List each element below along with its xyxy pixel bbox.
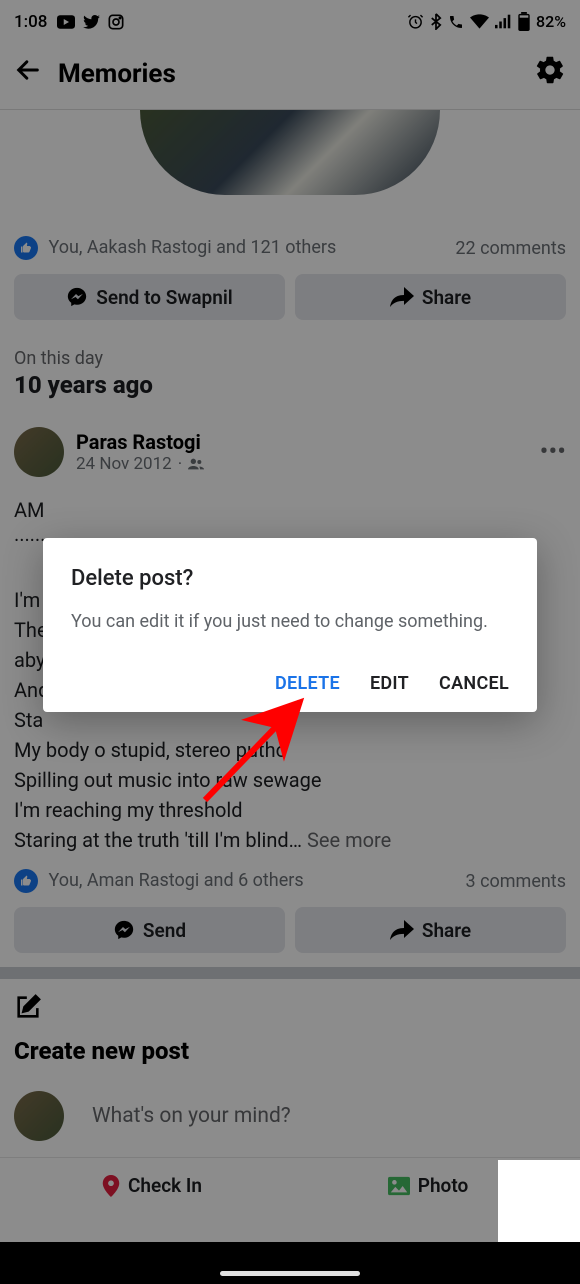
dialog-title: Delete post? bbox=[71, 566, 509, 591]
gesture-handle[interactable] bbox=[220, 1271, 360, 1276]
cancel-button[interactable]: CANCEL bbox=[439, 673, 509, 694]
delete-post-dialog: Delete post? You can edit it if you just… bbox=[43, 538, 537, 712]
overlay-block bbox=[498, 1160, 580, 1242]
edit-button[interactable]: EDIT bbox=[370, 673, 409, 694]
delete-button[interactable]: DELETE bbox=[275, 673, 340, 694]
system-nav-bar bbox=[0, 1242, 580, 1284]
dialog-message: You can edit it if you just need to chan… bbox=[71, 609, 509, 635]
